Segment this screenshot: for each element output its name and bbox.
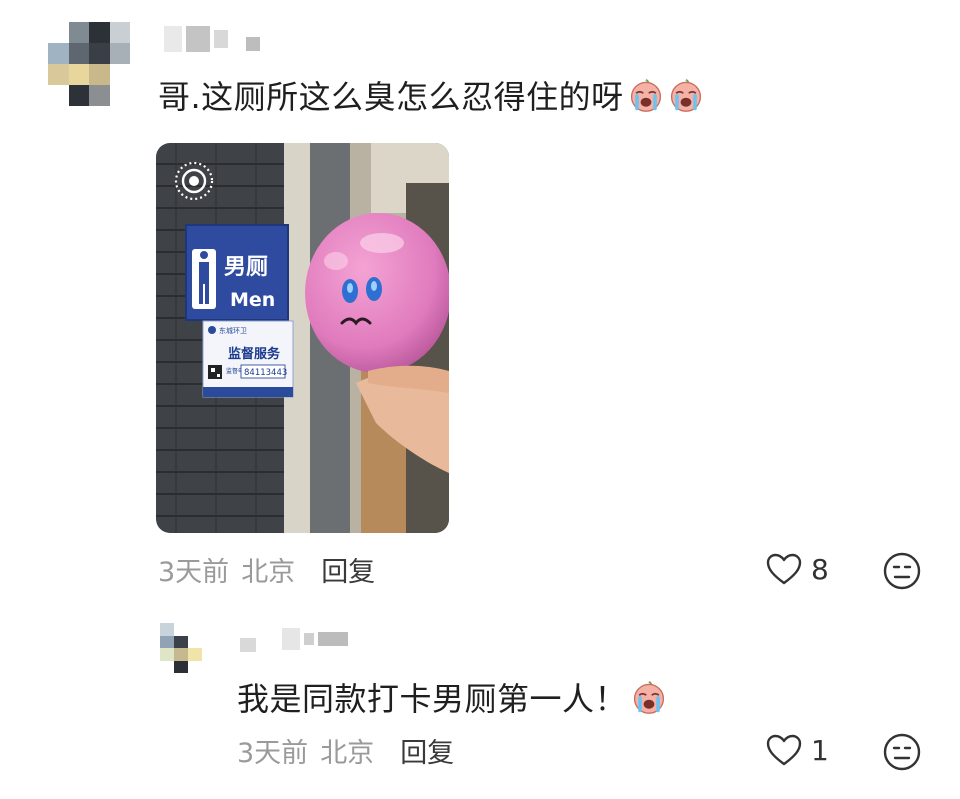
reply-button[interactable]: 回复 [400, 731, 454, 770]
username[interactable] [240, 626, 348, 652]
username[interactable] [164, 26, 260, 52]
like-button[interactable]: 1 [765, 733, 829, 767]
reply-location: 北京 [320, 738, 375, 769]
avatar[interactable] [160, 623, 216, 673]
like-button[interactable]: 8 [765, 552, 829, 586]
comment-photo[interactable]: 男厕 Men 东城环卫 监督服务 监督电话 84113443 [156, 143, 449, 533]
heart-icon [766, 553, 802, 585]
comment-time: 3天前 [158, 557, 230, 588]
avatar[interactable] [48, 22, 130, 106]
heart-icon [766, 734, 802, 766]
emoji-reaction-icon[interactable] [882, 732, 922, 772]
info-title: 监督服务 [228, 346, 281, 362]
like-count: 1 [811, 733, 829, 767]
toilet-sign-photo: 男厕 Men 东城环卫 监督服务 监督电话 84113443 [156, 143, 449, 533]
phone-number: 84113443 [244, 368, 287, 378]
sign-title: 男厕 [224, 255, 268, 280]
reply-time: 3天前 [237, 738, 309, 769]
sign-subtitle: Men [230, 289, 275, 311]
crying-face-emoji-icon [630, 78, 661, 112]
crying-face-emoji-icon [670, 78, 701, 112]
reply-text: 我是同款打卡男厕第一人！ [237, 680, 628, 718]
comment-text: 哥.这厕所这么臭怎么忍得住的呀 [158, 78, 624, 116]
emoji-reaction-icon[interactable] [882, 551, 922, 591]
comment-location: 北京 [241, 557, 296, 588]
info-brand: 东城环卫 [219, 326, 247, 335]
like-count: 8 [811, 552, 829, 586]
crying-face-emoji-icon [633, 680, 665, 714]
reply-button[interactable]: 回复 [321, 550, 375, 589]
